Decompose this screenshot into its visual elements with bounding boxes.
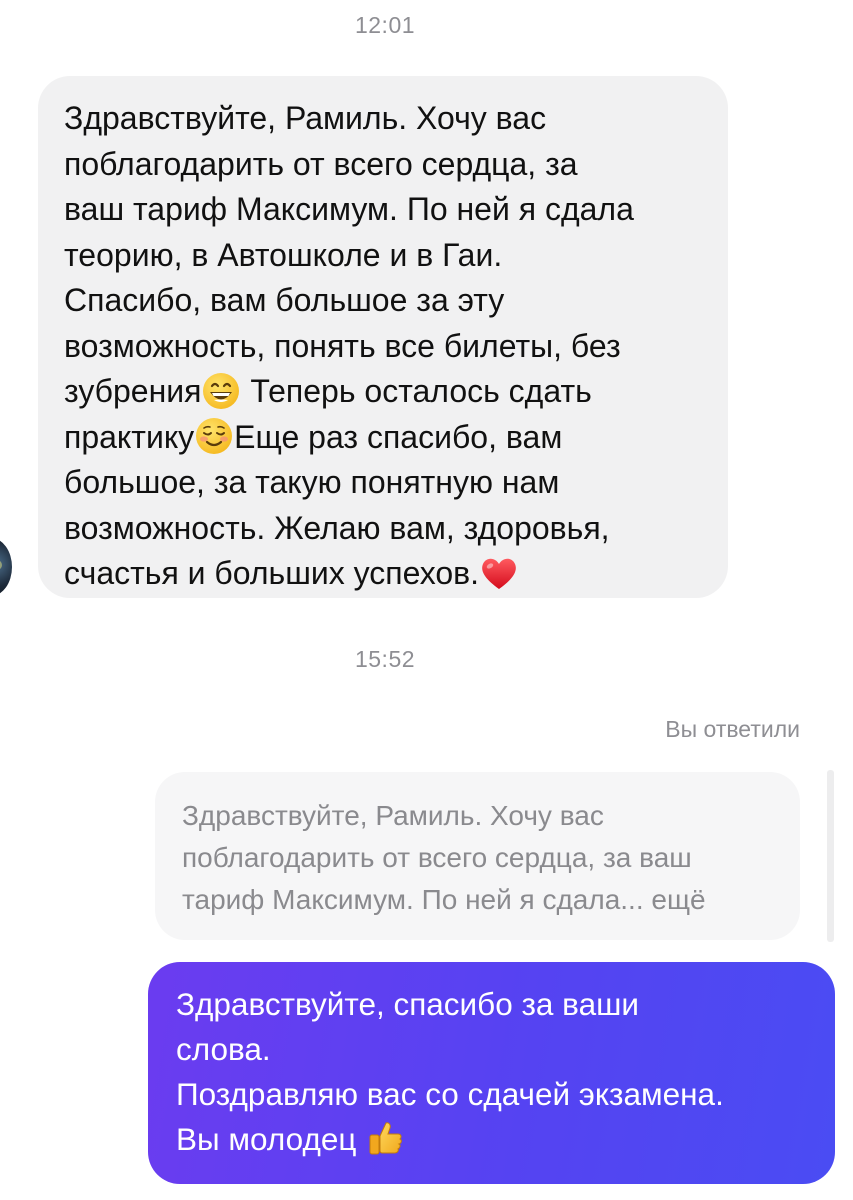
message-line: возможность, понять все билеты, без — [64, 327, 621, 364]
message-text: счастья и больших успехов. — [64, 555, 480, 591]
message-line-with-emoji: счастья и больших успехов. — [64, 551, 706, 597]
quote-bar — [827, 770, 834, 942]
message-line-with-emoji: зубрения Теперь осталось сдать — [64, 369, 706, 415]
message-line-with-emoji: Вы молодец — [176, 1117, 815, 1162]
message-line: теорию, в Автошколе и в Гаи. — [64, 236, 503, 273]
smiling-face-emoji — [194, 416, 234, 456]
timestamp: 15:52 — [354, 646, 416, 672]
message-line: Здравствуйте, Рамиль. Хочу вас — [64, 100, 547, 136]
quoted-message[interactable]: Здравствуйте, Рамиль. Хочу вас поблагода… — [155, 772, 800, 940]
thumbs-up-emoji — [365, 1119, 405, 1159]
quoted-line: тариф Максимум. По ней я сдала... ещё — [182, 884, 706, 915]
message-line-with-emoji: практику Еще раз спасибо, вам — [64, 415, 706, 461]
incoming-message-bubble[interactable]: Здравствуйте, Рамиль. Хочу вас поблагода… — [38, 76, 728, 598]
grinning-face-emoji — [201, 371, 241, 411]
quoted-line: поблагодарить от всего сердца, за ваш — [182, 842, 692, 873]
red-heart-emoji — [479, 553, 519, 593]
message-text: Еще раз спасибо, вам — [234, 418, 563, 455]
message-line: Поздравляю вас со сдачей экзамена. — [176, 1076, 724, 1112]
message-line: Здравствуйте, спасибо за ваши — [176, 986, 639, 1022]
message-line: возможность. Желаю вам, здоровья, — [64, 509, 610, 546]
quoted-line: Здравствуйте, Рамиль. Хочу вас — [182, 800, 604, 831]
message-line: ваш тариф Максимум. По ней я сдала — [64, 191, 634, 227]
reply-label: Вы ответили — [665, 716, 800, 742]
timestamp: 12:01 — [354, 12, 416, 38]
outgoing-message-bubble[interactable]: Здравствуйте, спасибо за ваши слова. Поз… — [148, 962, 835, 1184]
sender-avatar[interactable] — [0, 538, 12, 596]
message-line: большое, за такую понятную нам — [64, 464, 560, 500]
message-line: поблагодарить от всего сердца, за — [64, 145, 578, 182]
message-line: слова. — [176, 1031, 271, 1067]
message-text: зубрения — [64, 373, 202, 409]
message-line: Спасибо, вам большое за эту — [64, 282, 505, 318]
message-text: Вы молодец — [176, 1121, 366, 1157]
message-text: практику — [64, 418, 195, 455]
message-text: Теперь осталось сдать — [241, 373, 592, 409]
